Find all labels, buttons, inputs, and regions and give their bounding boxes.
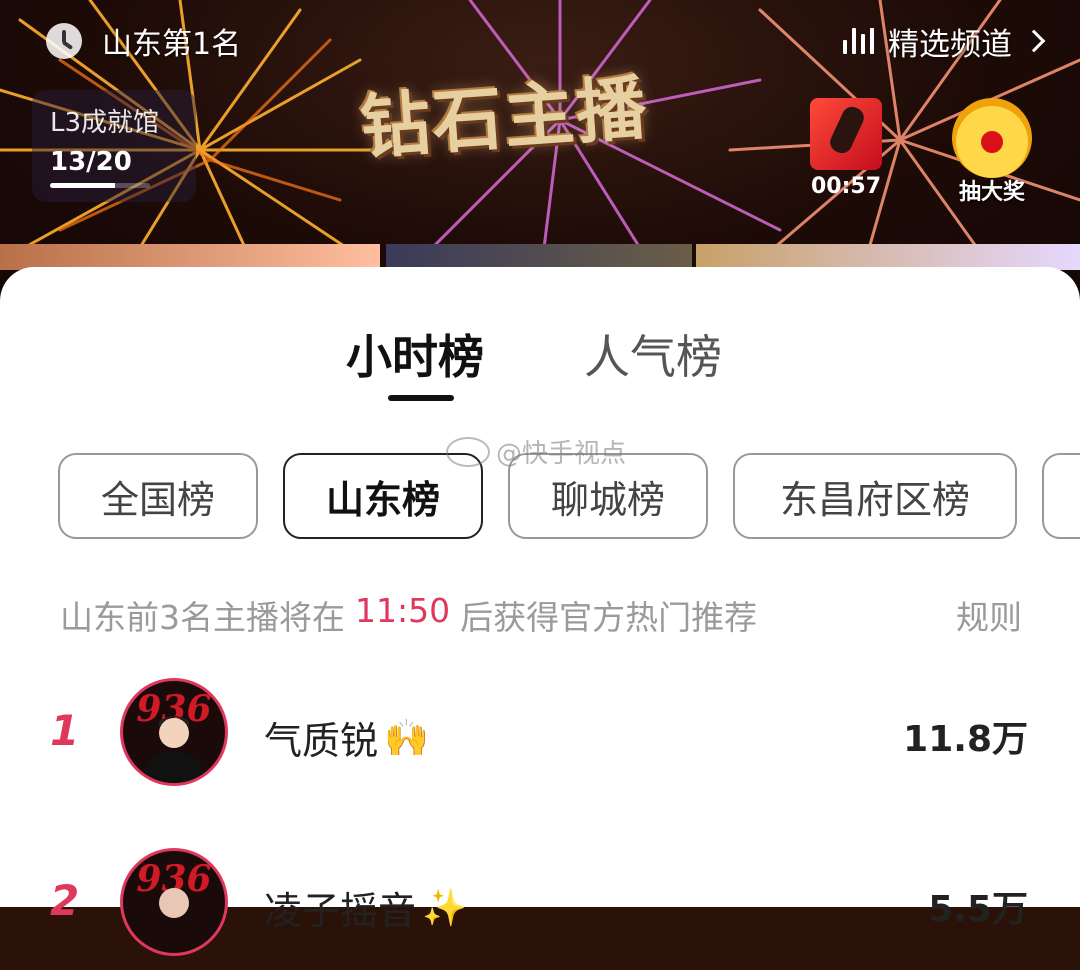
- live-stream-background: 山东第1名 精选频道 L3成就馆 13/20 钻石主播 00:57 抽大奖: [0, 0, 1080, 300]
- rank-number: 1: [50, 706, 80, 755]
- avatar[interactable]: 936: [120, 848, 228, 956]
- achievement-hall-card[interactable]: L3成就馆 13/20: [32, 90, 196, 202]
- weibo-icon: [446, 436, 490, 467]
- achievement-progress-text: 13/20: [50, 147, 132, 177]
- notice-time: 11:50: [355, 591, 451, 630]
- featured-channel-link[interactable]: 精选频道: [843, 20, 1046, 63]
- featured-channel-label: 精选频道: [888, 26, 1012, 63]
- clock-icon: [46, 23, 82, 59]
- streamer-name-text: 气质锐: [264, 719, 379, 763]
- lottery-label: 抽大奖: [958, 180, 1025, 205]
- watermark-text: @快手视点: [496, 439, 627, 469]
- achievement-progress-bar: [50, 183, 150, 188]
- tab-popularity[interactable]: 人气榜: [584, 321, 722, 387]
- rules-link[interactable]: 规则: [956, 591, 1022, 639]
- avatar[interactable]: 936: [120, 678, 228, 786]
- tab-hourly[interactable]: 小时榜: [346, 321, 484, 387]
- diamond-anchor-banner: 钻石主播: [357, 66, 651, 169]
- ranking-tabs: 小时榜 人气榜: [0, 321, 1080, 401]
- gift-countdown: 00:57: [810, 174, 882, 199]
- streamer-name: 气质锐 🙌: [264, 710, 429, 765]
- rank-number: 2: [50, 876, 80, 925]
- streamer-name: 凌子摇音 ✨: [264, 880, 467, 935]
- timed-gift-box[interactable]: 00:57: [804, 98, 888, 206]
- chip-next[interactable]: [1042, 453, 1080, 539]
- leaderboard-row[interactable]: 1 936 气质锐 🙌 11.8万: [0, 670, 1080, 800]
- notice-suffix: 后获得官方热门推荐: [460, 598, 758, 637]
- chevron-right-icon: [1022, 29, 1046, 53]
- channel-bars-icon: [843, 28, 874, 54]
- streamer-score: 5.5万: [928, 889, 1028, 930]
- gift-icon: [810, 98, 882, 170]
- streamer-name-text: 凌子摇音: [264, 889, 417, 933]
- weibo-watermark: @快手视点: [446, 433, 626, 470]
- leaderboard-row[interactable]: 2 936 凌子摇音 ✨ 5.5万: [0, 840, 1080, 970]
- notice-prefix: 山东前3名主播将在: [60, 598, 345, 637]
- active-tab-indicator: [388, 395, 454, 401]
- regional-rank-text: 山东第1名: [102, 27, 242, 62]
- raised-hands-icon: 🙌: [384, 717, 429, 759]
- lottery-icon: [952, 98, 1032, 178]
- promotion-notice: 山东前3名主播将在 11:50 后获得官方热门推荐: [60, 591, 757, 639]
- leaderboard-sheet: 小时榜 人气榜 全国榜 山东榜 聊城榜 东昌府区榜 @快手视点 山东前3名主播将…: [0, 267, 1080, 956]
- achievement-title: L3成就馆: [50, 108, 160, 138]
- regional-rank-badge[interactable]: 山东第1名: [46, 22, 242, 62]
- chip-national[interactable]: 全国榜: [58, 453, 258, 539]
- chip-dongchangfu[interactable]: 东昌府区榜: [733, 453, 1017, 539]
- streamer-score: 11.8万: [903, 719, 1028, 760]
- lottery-button[interactable]: 抽大奖: [944, 98, 1040, 206]
